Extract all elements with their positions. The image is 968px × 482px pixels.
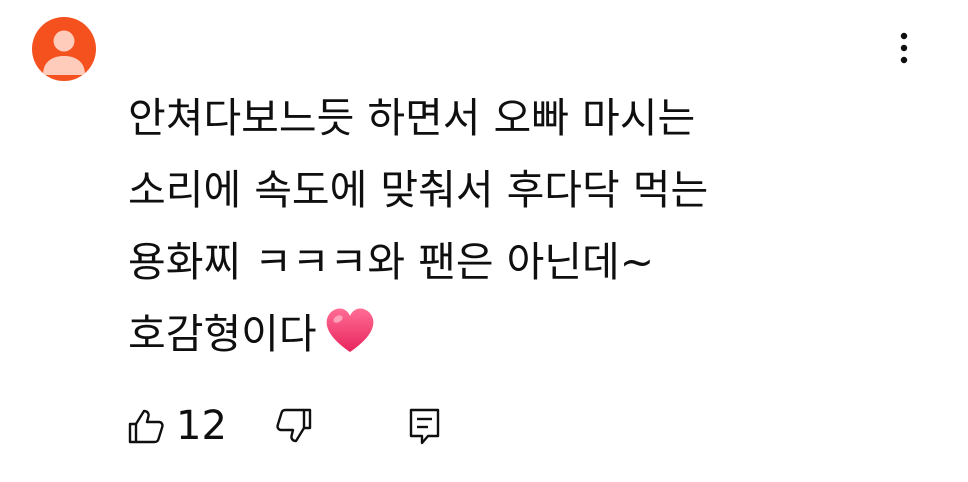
thumbs-down-icon bbox=[276, 408, 312, 443]
comment-line-last: 호감형이다 bbox=[128, 298, 868, 370]
comment-line: 용화찌 ㅋㅋㅋ와 팬은 아닌데~ bbox=[128, 238, 655, 286]
comment-icon bbox=[409, 408, 440, 445]
comment-line-text: 호감형이다 bbox=[128, 310, 317, 358]
comment-line: 소리에 속도에 맞춰서 후다닥 먹는 bbox=[128, 166, 709, 214]
comment-actions: 12 bbox=[126, 402, 466, 450]
reply-button[interactable] bbox=[408, 402, 442, 450]
avatar[interactable] bbox=[32, 17, 96, 81]
more-vertical-icon bbox=[900, 32, 908, 64]
more-options-button[interactable] bbox=[884, 28, 924, 68]
heart-emoji-icon bbox=[323, 306, 377, 378]
like-count: 12 bbox=[176, 403, 227, 449]
thumbs-up-icon bbox=[128, 409, 164, 444]
user-icon bbox=[43, 30, 85, 75]
comment-text: 안쳐다보느듯 하면서 오빠 마시는 소리에 속도에 맞춰서 후다닥 먹는 용화찌… bbox=[128, 82, 868, 370]
like-button[interactable]: 12 bbox=[126, 402, 227, 450]
dislike-button[interactable] bbox=[274, 402, 314, 450]
comment-line: 안쳐다보느듯 하면서 오빠 마시는 bbox=[128, 94, 696, 142]
